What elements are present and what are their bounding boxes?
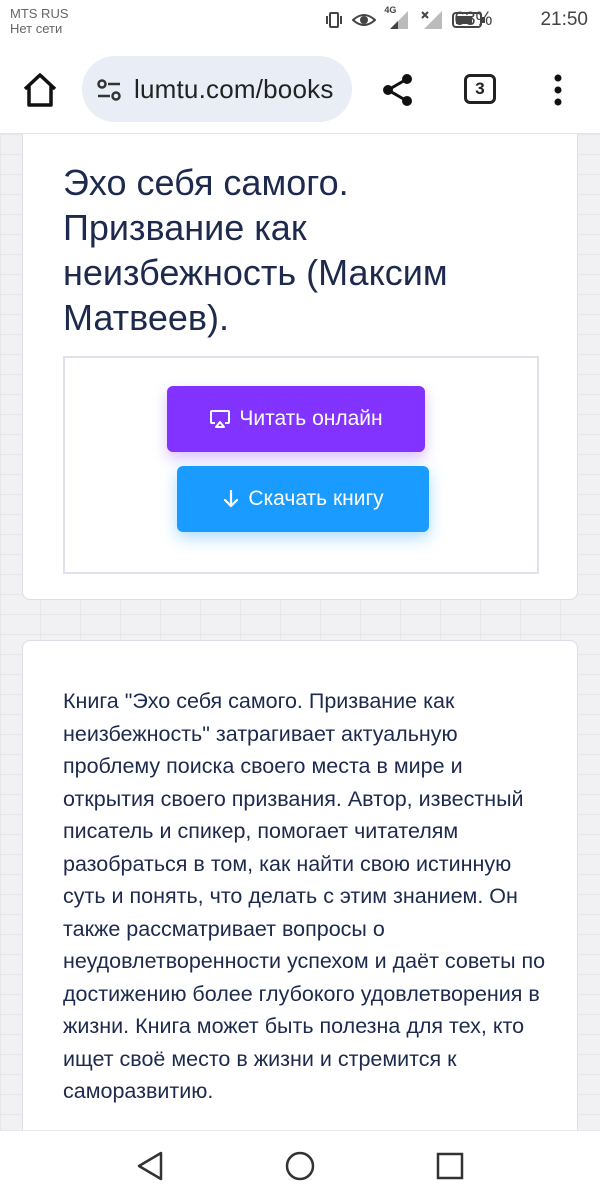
vibrate-icon: [326, 12, 343, 28]
home-circle-icon: [285, 1151, 315, 1181]
page-content: Эхо себя самого. Призвание как неизбежно…: [0, 134, 600, 1130]
battery-percent: 63%: [454, 9, 493, 30]
download-book-label: Скачать книгу: [248, 487, 384, 510]
tune-icon[interactable]: [96, 78, 122, 102]
network-status: Нет сети: [10, 21, 63, 36]
read-online-button[interactable]: Читать онлайн: [167, 386, 425, 452]
status-icons: 4G 63% 21:50: [324, 5, 588, 34]
back-triangle-icon: [137, 1151, 163, 1181]
signal-2-icon: [421, 11, 443, 29]
eye-icon: [352, 14, 377, 26]
signal-1-icon: 4G: [384, 5, 410, 31]
menu-button[interactable]: [548, 70, 568, 110]
back-button[interactable]: [133, 1149, 167, 1183]
status-bar: MTS RUS Нет сети 4G 63% 21:50: [0, 0, 600, 44]
download-book-button[interactable]: Скачать книгу: [177, 466, 429, 532]
recents-square-icon: [436, 1152, 464, 1180]
share-button[interactable]: [378, 70, 418, 110]
home-icon: [23, 73, 57, 107]
home-nav-button[interactable]: [283, 1149, 317, 1183]
book-description: Книга "Эхо себя самого. Призвание как не…: [63, 689, 546, 1103]
tab-switcher-button[interactable]: 3: [464, 74, 496, 104]
carrier-name: MTS RUS: [10, 6, 69, 21]
screen-cast-icon: [210, 410, 231, 428]
book-description-card: Книга "Эхо себя самого. Призвание как не…: [22, 640, 578, 1130]
actions-box: Читать онлайн Скачать книгу: [63, 356, 539, 574]
more-vert-icon: [554, 74, 562, 106]
arrow-down-icon: [224, 489, 239, 508]
read-online-label: Читать онлайн: [239, 407, 383, 430]
address-bar[interactable]: lumtu.com/books: [82, 56, 352, 122]
book-title: Эхо себя самого. Призвание как неизбежно…: [63, 162, 448, 338]
url-text: lumtu.com/books: [134, 74, 334, 104]
recents-button[interactable]: [433, 1149, 467, 1183]
system-nav-bar: [0, 1130, 600, 1200]
carrier-info: MTS RUS Нет сети: [10, 6, 69, 36]
share-icon: [383, 74, 412, 106]
clock: 21:50: [540, 9, 588, 30]
browser-toolbar: lumtu.com/books 3: [0, 44, 600, 134]
book-header-card: Эхо себя самого. Призвание как неизбежно…: [22, 134, 578, 600]
home-button[interactable]: [20, 70, 60, 110]
